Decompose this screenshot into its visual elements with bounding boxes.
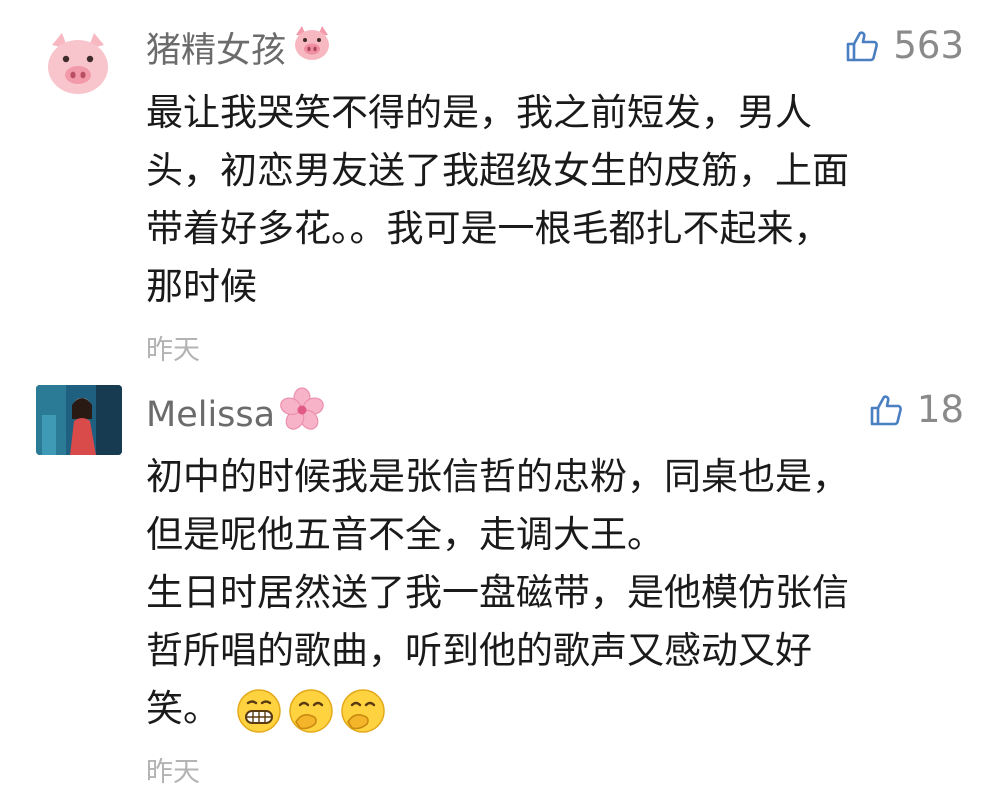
thumbs-up-icon — [870, 394, 902, 425]
hand-over-mouth-face-icon — [289, 688, 333, 733]
like-count: 563 — [893, 24, 964, 67]
like-button[interactable]: 563 — [845, 24, 964, 67]
comment-item: 猪精女孩 563 最让我哭笑不得的是，我之前短发，男人 头，初恋男友送了我超级女… — [0, 0, 1000, 372]
comment-time: 昨天 — [146, 757, 200, 788]
comment-text: 最让我哭笑不得的是，我之前短发，男人 头，初恋男友送了我超级女生的皮筋，上面 带… — [146, 91, 849, 308]
avatar[interactable] — [36, 21, 120, 105]
pig-face-icon — [290, 23, 334, 72]
pig-face-icon — [36, 21, 120, 105]
cherry-blossom-icon — [279, 387, 325, 442]
hand-over-mouth-face-icon — [341, 688, 385, 733]
avatar[interactable] — [36, 385, 122, 455]
username[interactable]: 猪精女孩 — [146, 22, 334, 73]
grimacing-face-icon — [237, 688, 281, 733]
username[interactable]: Melissa — [146, 387, 325, 442]
thumbs-up-icon — [847, 30, 879, 61]
last-line: 笑。 — [146, 680, 956, 738]
comment-time: 昨天 — [146, 335, 200, 366]
emoji-group — [236, 688, 386, 734]
like-count: 18 — [916, 388, 964, 431]
like-button[interactable]: 18 — [869, 388, 964, 431]
comment-item: Melissa 18 初中的时候我是张信哲的忠粉，同桌也是， 但是呢他五音不全，… — [0, 372, 1000, 799]
avatar-photo — [36, 385, 122, 455]
comment-text: 初中的时候我是张信哲的忠粉，同桌也是， 但是呢他五音不全，走调大王。 生日时居然… — [146, 448, 956, 738]
